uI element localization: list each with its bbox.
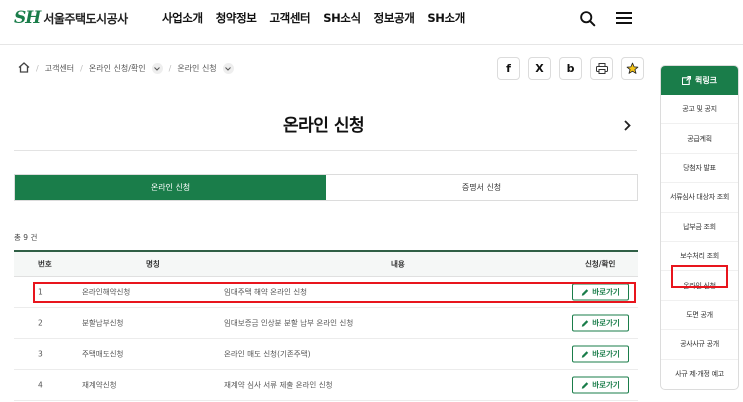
facebook-share-button[interactable]: f [497,57,520,80]
go-button-label: 바로가기 [592,349,620,359]
quick-links-header: 퀵링크 [661,66,738,95]
blog-icon: b [566,62,575,75]
quick-link-regulation-notice[interactable]: 사규 제·개정 예고 [661,360,738,389]
external-link-icon [681,76,691,85]
logo-text: 서울주택도시공사 [43,11,128,26]
share-bar: f X b [497,57,644,80]
chevron-down-icon[interactable] [222,63,234,74]
pencil-icon [581,350,589,358]
header-name: 명칭 [146,259,160,269]
quick-link-supply-plan[interactable]: 공급계획 [661,124,738,154]
row-desc: 임대보증금 인상분 분할 납부 온라인 신청 [224,318,354,328]
title-divider [14,150,637,151]
nav-item-about[interactable]: SH소개 [427,10,465,26]
total-number: 9 [23,233,29,242]
facebook-icon: f [506,62,511,75]
logo-mark: SH [14,8,41,28]
chevron-right-icon[interactable] [624,116,631,135]
go-button-house-sale[interactable]: 바로가기 [572,345,629,363]
table-row: 2 분할납부신청 임대보증금 인상분 분할 납부 온라인 신청 바로가기 [14,308,638,339]
chevron-down-icon[interactable] [151,63,163,74]
favorite-button[interactable] [621,57,644,80]
nav-item-business[interactable]: 사업소개 [162,10,203,26]
row-name: 분할납부신청 [82,318,124,328]
apply-table: 번호 명칭 내용 신청/확인 1 온라인해약신청 임대주택 해약 온라인 신청 … [14,250,638,401]
header-divider [0,44,743,45]
breadcrumb-item-online-apply-check[interactable]: 온라인 신청/확인 [89,63,146,74]
quick-link-regulations[interactable]: 공사사규 공개 [661,330,738,360]
site-header: SH 서울주택도시공사 사업소개 청약정보 고객센터 SH소식 정보공개 SH소… [0,0,743,44]
breadcrumb-separator: / [36,64,39,73]
printer-icon [595,63,608,74]
breadcrumb: / 고객센터 / 온라인 신청/확인 / 온라인 신청 [18,62,234,75]
row-no: 2 [38,318,43,328]
breadcrumb-item-customer[interactable]: 고객센터 [45,63,74,74]
quick-link-floor-plans[interactable]: 도면 공개 [661,301,738,331]
quick-link-winners[interactable]: 당첨자 발표 [661,154,738,184]
table-header: 번호 명칭 내용 신청/확인 [14,250,638,277]
hamburger-menu-icon[interactable] [614,8,634,28]
breadcrumb-separator: / [168,64,172,73]
total-unit: 건 [30,233,38,242]
go-button-installment[interactable]: 바로가기 [572,314,629,332]
header-no: 번호 [38,259,52,269]
quick-link-notice[interactable]: 공고 및 공지 [661,95,738,125]
quick-links-title: 퀵링크 [694,76,718,85]
total-count: 총 9 건 [14,232,37,243]
table-row: 4 재계약신청 재계약 심사 서류 제출 온라인 신청 바로가기 [14,370,638,401]
nav-item-subscription[interactable]: 청약정보 [216,10,257,26]
nav-item-news[interactable]: SH소식 [323,10,361,26]
print-button[interactable] [590,57,613,80]
row-no: 4 [38,380,43,390]
total-label: 총 [14,233,21,242]
tab-bar: 온라인 신청 증명서 신청 [14,174,638,201]
tab-certificate-apply[interactable]: 증명서 신청 [326,175,637,200]
x-share-button[interactable]: X [528,57,551,80]
site-logo[interactable]: SH 서울주택도시공사 [14,8,128,28]
go-button-label: 바로가기 [592,318,620,328]
main-nav: 사업소개 청약정보 고객센터 SH소식 정보공개 SH소개 [162,10,465,26]
row-name: 재계약신청 [82,380,117,390]
header-desc: 내용 [391,259,405,269]
page-title: 온라인 신청 [283,116,365,136]
row-desc: 재계약 심사 서류 제출 온라인 신청 [224,380,333,390]
home-icon[interactable] [18,62,30,75]
table-row: 3 주택매도신청 온라인 매도 신청(기존주택) 바로가기 [14,339,638,370]
go-button-label: 바로가기 [592,380,620,390]
row-no: 3 [38,349,43,359]
row-desc: 온라인 매도 신청(기존주택) [224,349,311,359]
pencil-icon [581,381,589,389]
nav-item-disclosure[interactable]: 정보공개 [374,10,415,26]
nav-item-customer[interactable]: 고객센터 [269,10,310,26]
blog-share-button[interactable]: b [559,57,582,80]
tab-online-apply[interactable]: 온라인 신청 [15,175,326,200]
x-icon: X [535,62,544,75]
quick-link-payment-inquiry[interactable]: 납부금 조회 [661,213,738,242]
breadcrumb-separator: / [80,64,83,73]
search-icon[interactable] [577,8,597,28]
go-button-recontract[interactable]: 바로가기 [572,376,629,394]
highlight-box-quick-link [671,265,728,288]
quick-link-document-review[interactable]: 서류심사 대상자 조회 [661,183,738,213]
breadcrumb-item-online-apply[interactable]: 온라인 신청 [177,63,216,74]
highlight-box-first-row [33,282,636,303]
header-action: 신청/확인 [585,259,616,269]
quick-links-panel: 퀵링크 공고 및 공지 공급계획 당첨자 발표 서류심사 대상자 조회 납부금 … [660,65,739,390]
pencil-icon [581,319,589,327]
star-icon [626,62,639,74]
row-name: 주택매도신청 [82,349,124,359]
